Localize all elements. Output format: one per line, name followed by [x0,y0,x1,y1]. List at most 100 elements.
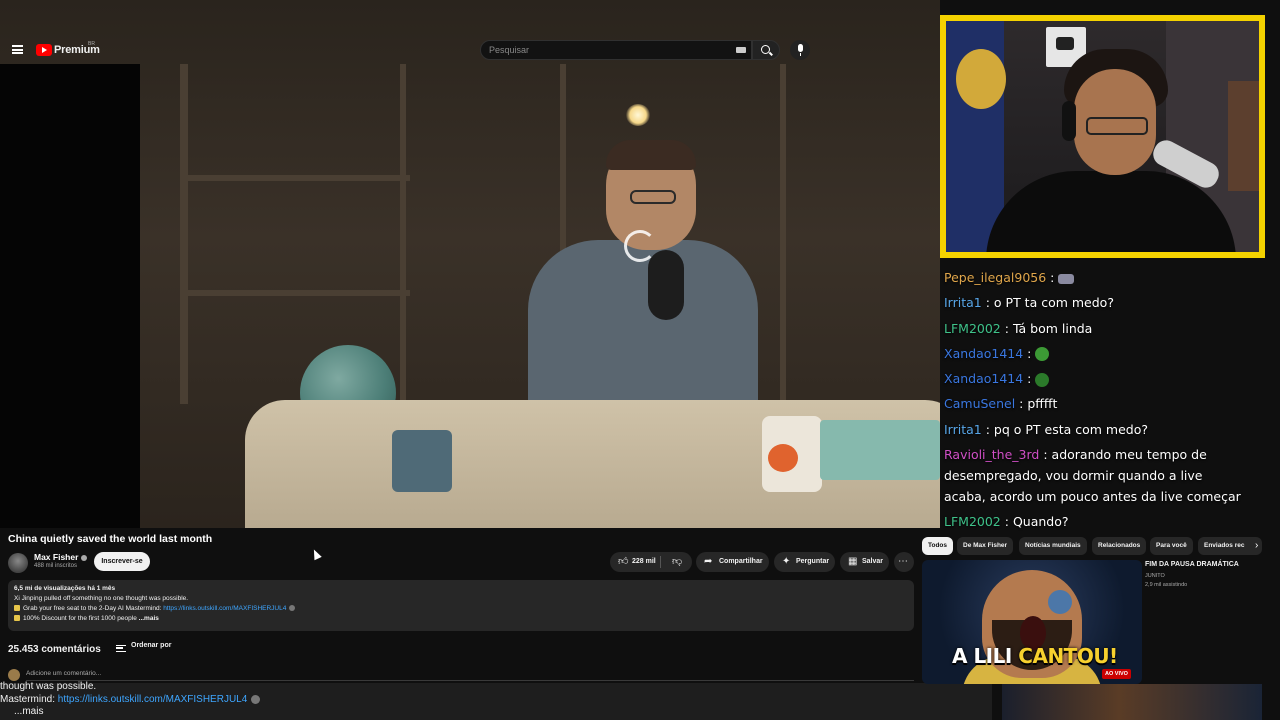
pencil-cup [392,430,452,492]
webcam-overlay [940,15,1265,258]
video-player[interactable] [0,0,940,528]
lamp [626,104,650,126]
overlay-link[interactable]: https://links.outskill.com/MAXFISHERJUL4 [58,694,248,705]
sparkle-icon: ✦ [782,556,791,567]
subscribe-button[interactable]: Inscrever-se [94,552,150,571]
ask-button[interactable]: ✦ Perguntar [774,552,835,572]
comment-input-underline [26,680,914,681]
crown-emblem [956,49,1006,109]
related-thumbnail[interactable]: A LILI CANTOU! [922,560,1142,684]
chat-username: Irrita1 [944,421,982,437]
overlay-line: thought was possible. [0,681,97,692]
description-box[interactable]: 6,5 mi de visualizações há 1 mês Xi Jinp… [8,580,914,631]
related-channel[interactable]: JUNITO [1145,573,1165,579]
add-comment-input[interactable]: Adicione um comentário... [26,670,101,677]
chat-username: Xandao1414 [944,371,1024,387]
related-viewers: 2,9 mil assistindo [1145,582,1188,588]
chat-message: CamuSenel : pfffft [944,396,1058,412]
chat-message: LFM2002 : Quando? [944,514,1069,530]
video-title: China quietly saved the world last month [8,533,213,545]
subscriber-count: 488 mil inscritos [34,563,78,569]
show-more-link[interactable]: ...mais [139,615,159,622]
search-box[interactable] [480,40,752,60]
play-icon [1056,37,1074,50]
description-line: Xi Jinping pulled off something no one t… [14,595,189,602]
search-button[interactable] [752,40,780,60]
like-dislike-group: 👍︎ 228 mil 👎︎ [610,552,692,572]
description-line: 100% Discount for the first 1000 people … [14,615,159,622]
related-title[interactable]: FIM DA PAUSA DRAMÁTICA [1145,561,1239,568]
share-button[interactable]: ➦ Compartilhar [696,552,769,572]
car-emote-icon [1058,273,1075,284]
share-icon: ➦ [704,556,713,567]
info-icon[interactable] [289,605,296,612]
chat-username: Xandao1414 [944,345,1024,361]
chip-world-news[interactable]: Notícias mundiais [1019,537,1087,555]
save-button[interactable]: ▦ Salvar [840,552,889,572]
chat-message: Xandao1414 : [944,369,1244,390]
gift-emoji-icon [14,615,20,622]
related-thumbnail-partial[interactable] [1002,684,1262,720]
live-badge: AO VIVO [1102,669,1131,679]
divider [660,556,661,568]
shelf [400,64,406,404]
keyboard-icon[interactable] [736,47,746,53]
sort-icon[interactable] [116,645,126,652]
more-horizontal-icon: ⋯ [898,556,908,567]
verified-icon [81,554,88,561]
chip-for-you[interactable]: Para você [1150,537,1193,555]
thumb-caption: A LILI CANTOU! [952,644,1118,668]
like-count[interactable]: 228 mil [632,558,656,565]
chat-message: LFM2002 : Tá bom linda [944,320,1093,336]
chip-recently-uploaded[interactable]: Enviados rec [1198,537,1262,555]
like-icon[interactable]: 👍︎ [618,557,628,567]
books [820,420,940,480]
channel-name-row[interactable]: Max Fisher [34,552,88,562]
search-input[interactable] [489,44,719,56]
more-actions-button[interactable]: ⋯ [894,552,914,572]
channel-avatar[interactable] [8,553,28,573]
chip-from-channel[interactable]: De Max Fisher [957,537,1014,555]
chat-username: CamuSenel [944,396,1016,412]
filter-chips: Todos De Max Fisher Notícias mundiais Re… [922,537,1280,555]
menu-icon[interactable] [12,45,23,54]
chat-username: Pepe_ilegal9056 [944,270,1047,285]
description-stats: 6,5 mi de visualizações há 1 mês [14,585,115,592]
chat-username: LFM2002 [944,320,1001,336]
bookshelf [1228,81,1259,191]
dislike-icon[interactable]: 👎︎ [672,557,682,567]
channel-name[interactable]: Max Fisher [34,552,78,562]
streamer-glasses [1086,117,1148,135]
masthead: Premium BR [0,36,940,64]
chat-username: LFM2002 [944,514,1001,530]
chat-username: Ravioli_the_3rd [944,447,1040,463]
shelf [180,175,410,181]
info-icon[interactable] [251,694,261,704]
chip-related[interactable]: Relacionados [1092,537,1147,555]
ask-label: Perguntar [796,558,830,565]
user-avatar [8,669,20,681]
magnified-description-overlay: thought was possible. Mastermind: https:… [0,681,992,720]
shelf [180,64,188,404]
chat-message: Xandao1414 : [944,344,1244,365]
chat-message: Irrita1 : o PT ta com medo? [944,295,1114,311]
point-emoji-icon [14,605,20,612]
frog-emote-icon [1035,347,1050,362]
chip-all[interactable]: Todos [922,537,954,555]
chat-overlay: Pepe_ilegal9056 : Irrita1 : o PT ta com … [944,268,1244,530]
chat-message: Pepe_ilegal9056 : [944,268,1244,289]
youtube-logo-icon[interactable] [36,44,52,56]
sort-button[interactable]: Ordenar por [131,642,171,656]
chat-username: Irrita1 [944,295,982,311]
voice-search-button[interactable] [790,40,810,60]
description-link[interactable]: https://links.outskill.com/MAXFISHERJUL4 [163,605,286,612]
share-label: Compartilhar [719,558,763,565]
sort-label[interactable]: Ordenar por [131,642,171,649]
overlay-more[interactable]: ...mais [14,706,43,717]
chevron-right-icon[interactable]: › [1255,540,1267,552]
overlay-line: Mastermind: https://links.outskill.com/M… [0,694,261,705]
chat-text: pfffft [1027,396,1058,412]
chat-text: o PT ta com medo? [993,295,1114,311]
mouse-cursor-icon [310,547,322,561]
frog-angry-emote-icon [1035,372,1050,387]
